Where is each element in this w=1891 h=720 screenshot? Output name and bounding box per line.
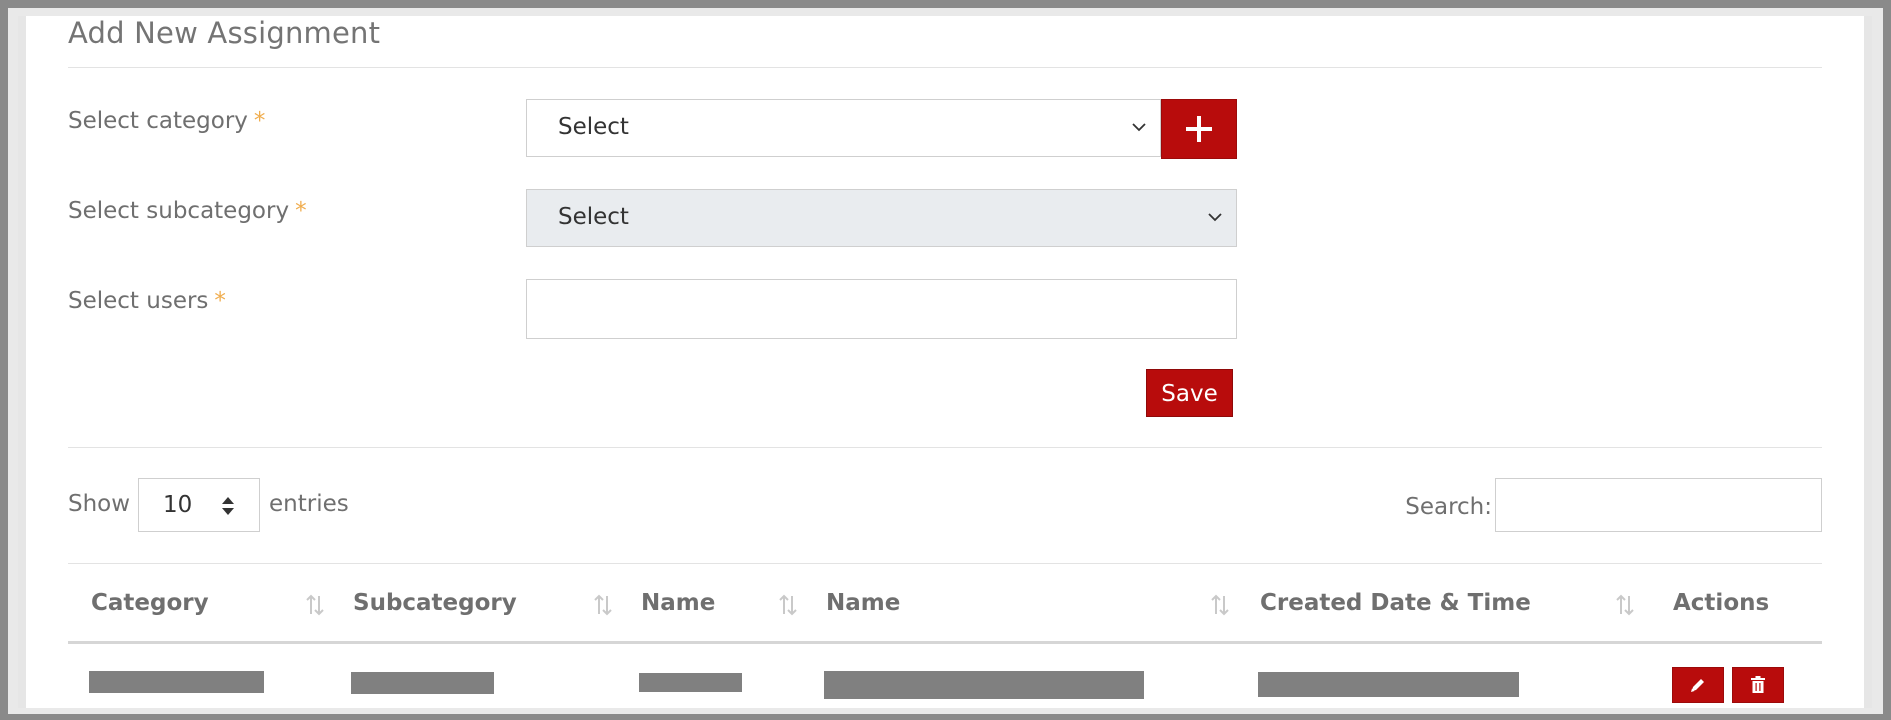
page-length-select[interactable]: 10 [138,478,260,532]
chevron-down-icon [1132,123,1146,132]
page: Add New Assignment Select category * Sele… [18,16,1872,708]
column-header-subcategory[interactable]: Subcategory [353,564,517,642]
table-header: Category Subcategory Name Name Created D… [68,564,1822,642]
sort-updown-icon [222,497,234,515]
redacted-cell [639,673,742,692]
chevron-down-icon [1208,213,1222,222]
users-input[interactable] [526,279,1237,339]
assignment-panel: Add New Assignment Select category * Sele… [68,16,1822,708]
sort-icon[interactable] [592,593,614,617]
plus-icon [1186,116,1212,142]
category-label: Select category * [68,108,265,134]
column-header-name[interactable]: Name [641,564,715,642]
page-title: Add New Assignment [68,16,381,50]
users-label: Select users * [68,288,226,314]
sort-icon[interactable] [1614,593,1636,617]
show-label: Show [68,491,131,517]
required-mark: * [253,108,266,134]
category-select[interactable]: Select [526,99,1161,157]
column-header-name-2[interactable]: Name [826,564,900,642]
delete-button[interactable] [1732,667,1784,703]
redacted-cell [1258,672,1519,697]
category-select-value: Select [558,114,629,140]
required-mark: * [214,288,226,314]
edit-button[interactable] [1672,667,1724,703]
subcategory-label-text: Select subcategory [68,198,290,224]
pencil-icon [1691,679,1704,692]
redacted-cell [824,671,1144,699]
subcategory-select-value: Select [558,204,629,230]
subcategory-label: Select subcategory * [68,198,307,224]
sort-icon[interactable] [1209,593,1231,617]
redacted-cell [351,672,494,694]
sort-icon[interactable] [777,593,799,617]
page-length-value: 10 [163,492,193,518]
redacted-cell [89,671,264,693]
search-label: Search: [1405,494,1492,520]
save-button[interactable]: Save [1146,369,1233,417]
browser-frame: Add New Assignment Select category * Sele… [0,0,1891,720]
category-label-text: Select category [68,108,248,134]
form-divider [68,447,1822,448]
required-mark: * [295,198,307,224]
table-controls: Show 10 entries Search: [68,478,1822,534]
table-header-border [68,641,1822,644]
column-header-created[interactable]: Created Date & Time [1260,564,1531,642]
sort-icon[interactable] [304,593,326,617]
column-header-actions: Actions [1673,590,1770,616]
column-header-category[interactable]: Category [91,564,209,642]
users-label-text: Select users [68,288,209,314]
add-category-button[interactable] [1161,99,1237,159]
trash-icon [1751,676,1765,693]
title-divider [68,67,1822,68]
entries-label: entries [269,491,349,517]
search-input[interactable] [1495,478,1822,532]
subcategory-select[interactable]: Select [526,189,1237,247]
